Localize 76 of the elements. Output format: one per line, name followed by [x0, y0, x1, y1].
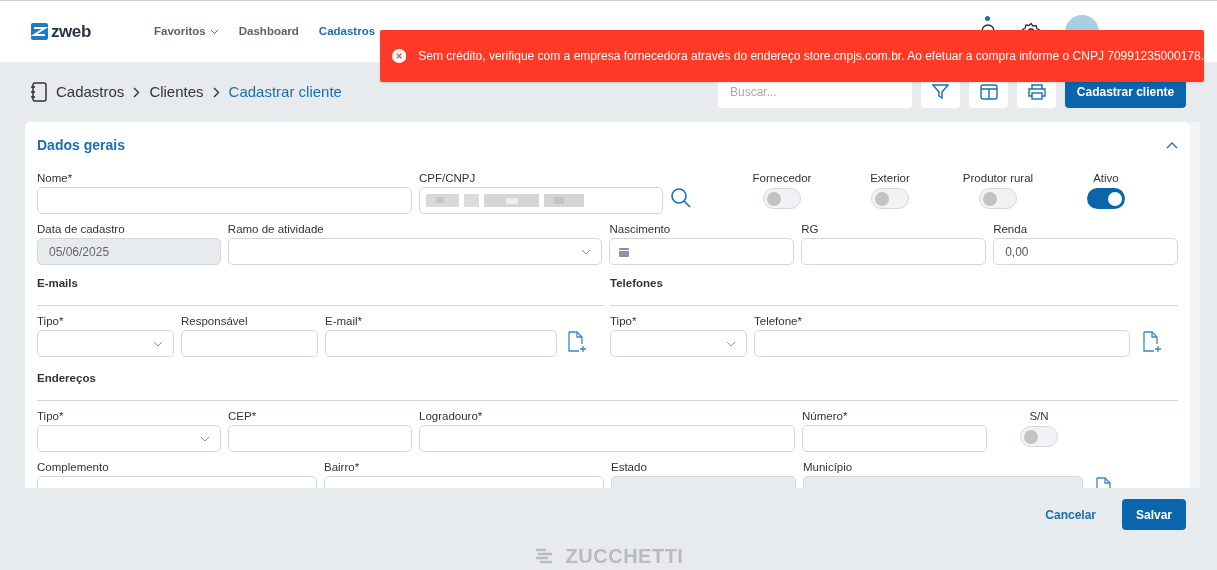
field-label: Tipo* [610, 314, 638, 329]
chevron-up-icon[interactable] [1166, 141, 1178, 149]
field-label: Município [803, 460, 854, 475]
field-label: Telefone* [754, 314, 803, 329]
input-field[interactable]: 0,00 [993, 238, 1178, 265]
chevron-right-icon [133, 86, 141, 98]
breadcrumb-item[interactable]: Clientes [149, 80, 204, 104]
field-label: Complemento [37, 460, 110, 475]
input-field[interactable] [419, 187, 663, 214]
add-file-icon[interactable] [1142, 331, 1162, 353]
input-field[interactable] [419, 425, 795, 452]
save-button[interactable]: Salvar [1122, 499, 1186, 530]
input-field[interactable] [325, 330, 557, 357]
field-label: CEP* [228, 409, 258, 424]
field-label: Bairro* [324, 460, 361, 475]
cancel-button[interactable]: Cancelar [1027, 499, 1114, 530]
subsection-title: Endereços [37, 370, 96, 386]
date-field[interactable] [609, 238, 795, 265]
subsection-title: E-mails [37, 275, 78, 291]
chevron-down-icon [726, 340, 736, 347]
input-field[interactable] [801, 238, 987, 265]
field-label: Produtor rural [962, 171, 1034, 186]
toggle-switch[interactable] [1020, 426, 1058, 447]
logo-icon [31, 23, 48, 40]
field-label: Ramo de atividade [227, 222, 325, 237]
section-title: Dados gerais [37, 135, 125, 155]
field-label: Renda [993, 222, 1029, 237]
nav-item[interactable]: Dashboard [238, 22, 299, 41]
field-label: Número* [802, 409, 849, 424]
field-label: RG [801, 222, 820, 237]
breadcrumb-item[interactable]: Cadastrar cliente [228, 80, 342, 104]
field-label: Tipo* [37, 314, 65, 329]
toggle-switch[interactable] [1087, 188, 1125, 209]
toggle-switch[interactable] [871, 188, 909, 209]
notebook-icon [30, 82, 47, 102]
print-icon [1027, 84, 1046, 100]
nav-item[interactable]: Favoritos [154, 22, 219, 41]
input-field[interactable] [802, 425, 987, 452]
add-file-icon[interactable] [567, 331, 587, 353]
chevron-down-icon [153, 340, 163, 347]
field-label: Nome* [37, 171, 74, 186]
input-field[interactable] [181, 330, 318, 357]
nav-item[interactable]: Cadastros [318, 22, 376, 41]
field-label: Tipo* [37, 409, 65, 424]
field-label: CPF/CNPJ [419, 171, 477, 186]
toggle-switch[interactable] [763, 188, 801, 209]
field-label: Fornecedor [752, 171, 812, 186]
toggle-switch[interactable] [979, 188, 1017, 209]
select-field[interactable] [610, 330, 747, 357]
logo-text: zweb [51, 20, 91, 43]
chevron-right-icon [212, 86, 220, 98]
field-label: Estado [611, 460, 648, 475]
field-label: S/N [1029, 409, 1049, 424]
field-label: Logradouro* [419, 409, 484, 424]
search-icon[interactable] [670, 187, 692, 209]
subsection-title: Telefones [610, 275, 663, 291]
field-label: E-mail* [325, 314, 364, 329]
toast-message: Sem crédito, verifique com a empresa fornecedora através do endereço store.cnpjs.com.br. Ao efetuar a compra informe o CNPJ 70991235000178. [418, 48, 1204, 65]
select-field[interactable] [227, 238, 603, 265]
breadcrumb-item[interactable]: Cadastros [56, 80, 125, 104]
filter-icon [932, 84, 949, 100]
input-field[interactable] [37, 187, 412, 214]
field-label: Responsável [181, 314, 249, 329]
select-field[interactable] [37, 425, 221, 452]
input-field[interactable] [754, 330, 1130, 357]
field-label: Ativo [1093, 171, 1119, 186]
chevron-down-icon [200, 435, 210, 442]
field-label: Nascimento [609, 222, 672, 237]
chevron-down-icon [581, 248, 592, 255]
chevron-down-icon [209, 28, 219, 35]
layout-icon [979, 84, 998, 100]
field-label: Data de cadastro [37, 222, 126, 237]
field-label: Exterior [870, 171, 910, 186]
calendar-icon [619, 246, 630, 257]
select-field[interactable] [37, 330, 174, 357]
input-field[interactable] [228, 425, 412, 452]
